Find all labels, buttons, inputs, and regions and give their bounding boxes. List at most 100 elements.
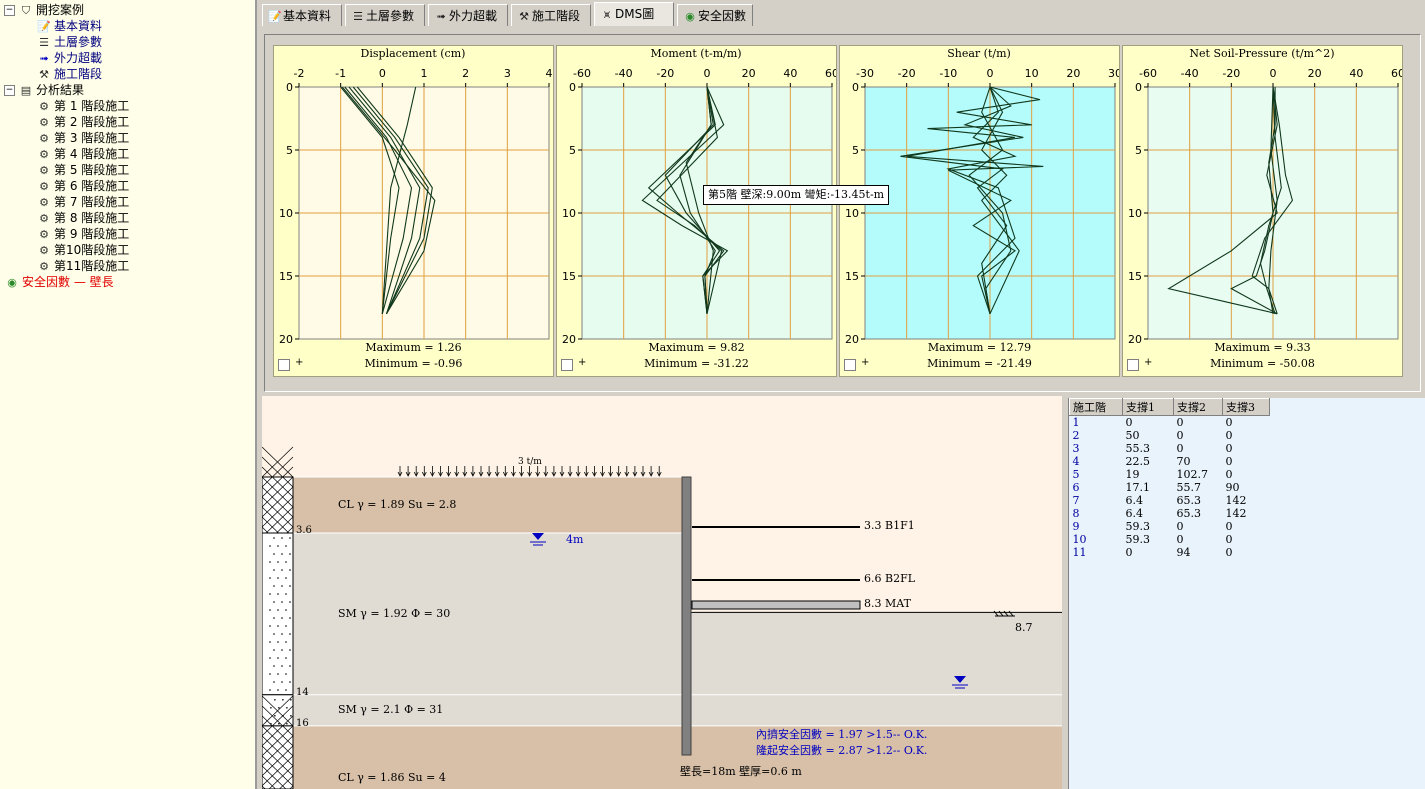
sand-dot bbox=[285, 625, 287, 627]
tree-item-label: 分析結果 bbox=[36, 83, 85, 97]
sand-dot bbox=[289, 617, 291, 619]
table-cell: 59.3 bbox=[1125, 533, 1151, 546]
tab-4[interactable]: ⚒ 施工階段 bbox=[511, 4, 591, 26]
tab-1[interactable]: 📝基本資料 bbox=[262, 4, 342, 26]
tree-collapse-icon[interactable]: − bbox=[4, 85, 15, 96]
chart-title: Shear (t/m) bbox=[947, 47, 1011, 60]
tree-item[interactable]: − ▤ 分析結果 bbox=[4, 82, 84, 98]
sand-dot bbox=[282, 698, 284, 701]
dms-chart-icon: ⩙ bbox=[603, 8, 611, 21]
table-cell: 7 bbox=[1072, 494, 1080, 507]
tree-item[interactable]: ⚙ 第 7 階段施工 bbox=[36, 194, 129, 210]
tab-5[interactable]: ⩙ DMS圖 bbox=[594, 2, 674, 26]
table-row[interactable]: 2 50 0 0 bbox=[1070, 429, 1270, 442]
y-tick-label: 0 bbox=[286, 81, 293, 94]
column-header[interactable]: 支撐1 bbox=[1122, 398, 1174, 416]
table-row[interactable]: 7 6.4 65.3 142 bbox=[1070, 494, 1270, 507]
tree-item[interactable]: ☰ 土層參數 bbox=[36, 34, 102, 50]
depth-label: 3.6 bbox=[296, 525, 312, 536]
table-cell: 4 bbox=[1072, 455, 1080, 468]
y-tick-label: 0 bbox=[1135, 81, 1142, 94]
sand-dot bbox=[285, 561, 287, 563]
tree-item-label: 第 4 階段施工 bbox=[54, 147, 130, 161]
fs-uplift-text: 隆起安全因數 = 2.87 >1.2-- O.K. bbox=[756, 744, 928, 757]
tree-item[interactable]: − ⛉ 開挖案例 bbox=[4, 2, 84, 18]
tree-item-label: 基本資料 bbox=[54, 19, 103, 33]
stage-tool-icon: ⚙ bbox=[39, 131, 49, 145]
sand-dot bbox=[273, 617, 275, 619]
sand-dot bbox=[289, 569, 291, 571]
table-row[interactable]: 8 6.4 65.3 142 bbox=[1070, 507, 1270, 520]
column-header[interactable]: 支撐3 bbox=[1222, 398, 1270, 416]
tree-item[interactable]: ⚙ 第 6 階段施工 bbox=[36, 178, 129, 194]
table-row[interactable]: 10 59.3 0 0 bbox=[1070, 533, 1270, 546]
sand-dot bbox=[269, 641, 271, 643]
tree-item[interactable]: ⚙ 第 3 階段施工 bbox=[36, 130, 129, 146]
table-cell: 0 bbox=[1225, 429, 1233, 442]
tab-6[interactable]: ◉ 安全因數 bbox=[677, 4, 753, 26]
plus-checkbox[interactable] bbox=[1127, 359, 1139, 371]
tree-item[interactable]: ⚙ 第11階段施工 bbox=[36, 258, 129, 274]
plus-checkbox[interactable] bbox=[844, 359, 856, 371]
plus-checkbox[interactable] bbox=[278, 359, 290, 371]
table-cell: 0 bbox=[1125, 546, 1133, 559]
tree-item[interactable]: ◉ 安全因數 — 壁長 bbox=[4, 274, 113, 290]
strut-label: 8.3 MAT bbox=[864, 597, 911, 610]
y-tick-label: 5 bbox=[569, 144, 576, 157]
chart-title: Displacement (cm) bbox=[361, 47, 466, 60]
table-row[interactable]: 6 17.1 55.7 90 bbox=[1070, 481, 1270, 494]
sand-dot bbox=[285, 609, 287, 611]
table-row[interactable]: 11 0 94 0 bbox=[1070, 546, 1270, 559]
table-row[interactable]: 9 59.3 0 0 bbox=[1070, 520, 1270, 533]
max-value: Maximum = 9.33 bbox=[1214, 341, 1311, 354]
tree-item[interactable]: ⚙ 第 4 階段施工 bbox=[36, 146, 129, 162]
tab-label: 安全因數 bbox=[698, 9, 747, 23]
tree-item[interactable]: ⚒ 施工階段 bbox=[36, 66, 102, 82]
sand-dot bbox=[273, 569, 275, 571]
y-tick-label: 10 bbox=[1128, 207, 1142, 220]
dms-chart-panel: Displacement (cm) -2 -1 0 1 2 3 4 0 5 10 15 20 Maximu… bbox=[264, 34, 1421, 392]
sand-dot bbox=[281, 601, 283, 603]
x-tick-label: -40 bbox=[1181, 67, 1199, 80]
tree-item[interactable]: ⚙ 第 2 階段施工 bbox=[36, 114, 129, 130]
tree-collapse-icon[interactable]: − bbox=[4, 5, 15, 16]
tree-item-label: 第 3 階段施工 bbox=[54, 131, 130, 145]
x-tick-label: 20 bbox=[742, 67, 756, 80]
table-cell: 50 bbox=[1125, 429, 1140, 442]
tree-item[interactable]: ⚙ 第 9 階段施工 bbox=[36, 226, 129, 242]
table-cell: 0 bbox=[1225, 442, 1233, 455]
y-tick-label: 0 bbox=[852, 81, 859, 94]
tree-item[interactable]: ⚙ 第 1 階段施工 bbox=[36, 98, 129, 114]
table-row[interactable]: 3 55.3 0 0 bbox=[1070, 442, 1270, 455]
tree-item[interactable]: ➟ 外力超載 bbox=[36, 50, 102, 66]
sand-dot bbox=[289, 649, 291, 651]
strut-force-table-panel: 施工階 支撐1 支撐2 支撐3 1 0 0 0 2 50 0 0 3 55.3 0 0 4 22.5 70 0 5 19… bbox=[1068, 398, 1425, 789]
x-tick-label: 30 bbox=[1108, 67, 1119, 80]
tree-item[interactable]: ⚙ 第 8 階段施工 bbox=[36, 210, 129, 226]
notepad-icon: 📝 bbox=[268, 10, 282, 23]
table-row[interactable]: 5 19 102.7 0 bbox=[1070, 468, 1270, 481]
tree-item-label: 第 6 階段施工 bbox=[54, 179, 130, 193]
project-tree-panel: − ⛉ 開挖案例 📝 基本資料 ☰ 土層參數 ➟ 外力超載 ⚒ 施工階段 − ▤ 分析結果 ⚙ 第 1 階段施… bbox=[0, 0, 257, 789]
tree-item-label: 第 7 階段施工 bbox=[54, 195, 130, 209]
table-row[interactable]: 1 0 0 0 bbox=[1070, 416, 1270, 430]
tab-3[interactable]: ➟ 外力超載 bbox=[428, 4, 508, 26]
sand-dot bbox=[286, 706, 288, 709]
column-header[interactable]: 施工階 bbox=[1069, 398, 1123, 416]
table-cell: 0 bbox=[1176, 416, 1184, 429]
tree-item[interactable]: 📝 基本資料 bbox=[36, 18, 102, 34]
x-tick-label: 0 bbox=[1270, 67, 1277, 80]
shear-chart: Shear (t/m) -30 -20 -10 0 10 20 30 0 5 10 15 20 Maxim… bbox=[839, 45, 1120, 377]
table-cell: 1 bbox=[1072, 416, 1080, 429]
table-cell: 0 bbox=[1225, 416, 1233, 429]
tab-2[interactable]: ☰ 土層參數 bbox=[345, 4, 425, 26]
x-tick-label: -40 bbox=[615, 67, 633, 80]
column-header[interactable]: 支撐2 bbox=[1173, 398, 1223, 416]
sand-dot bbox=[269, 657, 271, 659]
sand-dot bbox=[281, 681, 283, 683]
tree-item[interactable]: ⚙ 第10階段施工 bbox=[36, 242, 129, 258]
table-row[interactable]: 4 22.5 70 0 bbox=[1070, 455, 1270, 468]
tree-item[interactable]: ⚙ 第 5 階段施工 bbox=[36, 162, 129, 178]
plus-checkbox[interactable] bbox=[561, 359, 573, 371]
wall-info-text: 壁長=18m 壁厚=0.6 m bbox=[680, 765, 802, 778]
